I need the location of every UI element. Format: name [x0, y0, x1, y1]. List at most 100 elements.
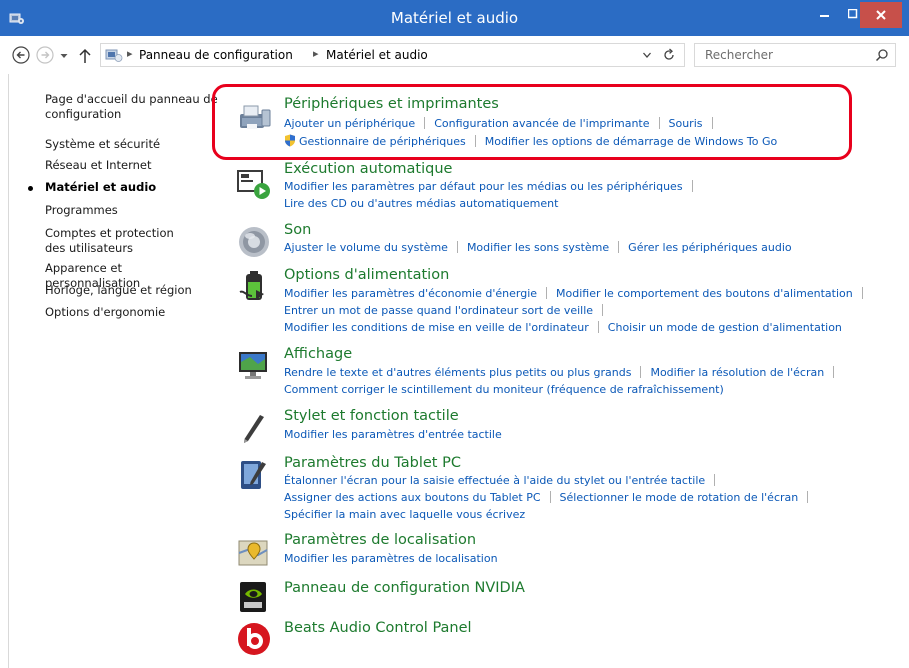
- link-row: Modifier les paramètres de localisation: [284, 552, 498, 565]
- printer-devices-icon: [240, 105, 271, 129]
- forward-arrow-icon[interactable]: [36, 46, 54, 64]
- link-screen-rotation[interactable]: Sélectionner le mode de rotation de l'éc…: [560, 491, 799, 504]
- nvidia-logo-icon: [240, 582, 266, 612]
- link-row: Ajuster le volume du système Modifier les…: [284, 241, 792, 254]
- nav-control-panel-home[interactable]: Page d'accueil du panneau de configurati…: [45, 92, 220, 122]
- link-row: Étalonner l'écran pour la saisie effectu…: [284, 474, 724, 487]
- link-screen-resolution[interactable]: Modifier la résolution de l'écran: [650, 366, 824, 379]
- tablet-icon: [241, 461, 266, 489]
- category-title[interactable]: Stylet et fonction tactile: [284, 408, 459, 424]
- beats-logo-icon: [238, 623, 270, 655]
- link-sleep-conditions[interactable]: Modifier les conditions de mise en veill…: [284, 321, 589, 334]
- category-title[interactable]: Paramètres du Tablet PC: [284, 455, 461, 471]
- link-separator: [549, 491, 551, 503]
- link-separator: [424, 117, 426, 129]
- link-monitor-flicker[interactable]: Comment corriger le scintillement du mon…: [284, 383, 724, 396]
- category-title[interactable]: Options d'alimentation: [284, 267, 449, 283]
- nav-hardware-audio[interactable]: Matériel et audio: [45, 180, 220, 195]
- link-mouse[interactable]: Souris: [669, 117, 703, 130]
- close-button[interactable]: [860, 2, 902, 28]
- nav-system-security[interactable]: Système et sécurité: [45, 137, 220, 152]
- link-energy-saving-settings[interactable]: Modifier les paramètres d'économie d'éne…: [284, 287, 537, 300]
- link-text-size[interactable]: Rendre le texte et d'autres éléments plu…: [284, 366, 631, 379]
- recent-locations-chevron-icon[interactable]: [59, 51, 69, 61]
- link-handedness[interactable]: Spécifier la main avec laquelle vous écr…: [284, 508, 525, 521]
- search-box[interactable]: [694, 43, 896, 67]
- category-title[interactable]: Affichage: [284, 346, 352, 362]
- link-separator: [691, 180, 693, 192]
- link-row: Modifier les paramètres d'entrée tactile: [284, 428, 502, 441]
- link-windows-to-go[interactable]: Modifier les options de démarrage de Win…: [485, 135, 778, 148]
- category-title[interactable]: Son: [284, 222, 311, 238]
- uac-shield-icon: [285, 134, 295, 147]
- link-row: Gestionnaire de périphériques Modifier le…: [284, 134, 777, 148]
- nav-ease-of-access[interactable]: Options d'ergonomie: [45, 305, 220, 320]
- minimize-button[interactable]: [812, 0, 838, 28]
- nav-clock-language-region[interactable]: Horloge, langue et région: [45, 283, 220, 298]
- link-calibrate-screen[interactable]: Étalonner l'écran pour la saisie effectu…: [284, 474, 705, 487]
- nav-network-internet[interactable]: Réseau et Internet: [45, 158, 220, 173]
- link-row: Ajouter un périphérique Configuration ava…: [284, 117, 722, 130]
- category-title[interactable]: Paramètres de localisation: [284, 532, 476, 548]
- link-separator: [456, 241, 458, 253]
- link-adjust-volume[interactable]: Ajuster le volume du système: [284, 241, 448, 254]
- chevron-right-icon[interactable]: ▸: [127, 47, 133, 60]
- link-row: Rendre le texte et d'autres éléments plu…: [284, 366, 843, 379]
- link-row: Spécifier la main avec laquelle vous écr…: [284, 508, 525, 521]
- link-touch-input-settings[interactable]: Modifier les paramètres d'entrée tactile: [284, 428, 502, 441]
- current-item-bullet: [28, 186, 33, 191]
- link-manage-audio-devices[interactable]: Gérer les périphériques audio: [628, 241, 791, 254]
- link-row: Modifier les paramètres d'économie d'éne…: [284, 287, 872, 300]
- title-bar: Matériel et audio: [0, 0, 909, 36]
- link-row: Assigner des actions aux boutons du Tabl…: [284, 491, 817, 504]
- up-arrow-icon[interactable]: [76, 47, 94, 65]
- link-choose-power-plan[interactable]: Choisir un mode de gestion d'alimentatio…: [608, 321, 842, 334]
- chevron-right-icon[interactable]: ▸: [313, 47, 319, 60]
- link-power-button-behavior[interactable]: Modifier le comportement des boutons d'a…: [556, 287, 853, 300]
- link-separator: [807, 491, 809, 503]
- link-assign-tablet-buttons[interactable]: Assigner des actions aux boutons du Tabl…: [284, 491, 541, 504]
- category-title[interactable]: Beats Audio Control Panel: [284, 620, 472, 636]
- back-arrow-icon[interactable]: [12, 46, 30, 64]
- link-separator: [833, 366, 835, 378]
- category-title[interactable]: Exécution automatique: [284, 161, 452, 177]
- link-separator: [474, 135, 476, 147]
- link-separator: [711, 117, 713, 129]
- link-separator: [546, 287, 548, 299]
- link-separator: [602, 304, 604, 316]
- close-icon: [876, 10, 886, 20]
- link-password-on-wake[interactable]: Entrer un mot de passe quand l'ordinateu…: [284, 304, 593, 317]
- link-add-device[interactable]: Ajouter un périphérique: [284, 117, 415, 130]
- refresh-icon[interactable]: [662, 48, 676, 62]
- search-input[interactable]: [705, 47, 865, 63]
- category-title[interactable]: Périphériques et imprimantes: [284, 96, 499, 112]
- breadcrumb-control-panel[interactable]: Panneau de configuration: [139, 48, 293, 62]
- maximize-icon: [848, 9, 858, 19]
- link-advanced-printer-setup[interactable]: Configuration avancée de l'imprimante: [434, 117, 649, 130]
- link-separator: [658, 117, 660, 129]
- autoplay-icon: [237, 170, 270, 199]
- link-row: Comment corriger le scintillement du mon…: [284, 383, 724, 396]
- link-row: Modifier les conditions de mise en veill…: [284, 321, 842, 334]
- link-play-cds-automatically[interactable]: Lire des CD ou d'autres médias automatiq…: [284, 197, 558, 210]
- window-frame-left: [8, 74, 9, 668]
- link-separator: [640, 366, 642, 378]
- link-change-system-sounds[interactable]: Modifier les sons système: [467, 241, 609, 254]
- link-device-manager[interactable]: Gestionnaire de périphériques: [299, 135, 466, 148]
- category-title[interactable]: Panneau de configuration NVIDIA: [284, 580, 525, 596]
- link-change-default-media-settings[interactable]: Modifier les paramètres par défaut pour …: [284, 180, 683, 193]
- address-bar[interactable]: ▸ Panneau de configuration ▸ Matériel et…: [100, 43, 685, 67]
- speaker-icon: [239, 227, 269, 257]
- minimize-icon: [820, 15, 829, 17]
- link-location-settings[interactable]: Modifier les paramètres de localisation: [284, 552, 498, 565]
- link-separator: [714, 474, 716, 486]
- nav-programs[interactable]: Programmes: [45, 203, 220, 218]
- link-row: Entrer un mot de passe quand l'ordinateu…: [284, 304, 612, 317]
- chevron-down-icon[interactable]: [642, 50, 652, 60]
- address-row: ▸ Panneau de configuration ▸ Matériel et…: [0, 36, 909, 74]
- link-separator: [861, 287, 863, 299]
- nav-user-accounts[interactable]: Comptes et protection des utilisateurs: [45, 226, 195, 256]
- breadcrumb-hardware-audio[interactable]: Matériel et audio: [326, 48, 428, 62]
- search-icon[interactable]: [875, 48, 889, 62]
- battery-power-icon: [239, 271, 264, 300]
